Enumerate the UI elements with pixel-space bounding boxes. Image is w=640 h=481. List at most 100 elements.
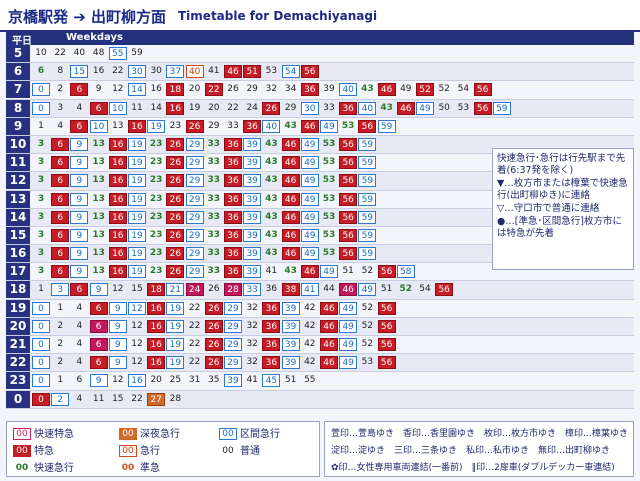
- departure-minute: 43: [284, 266, 297, 277]
- departure-minute: 56: [358, 119, 377, 133]
- departure-minute: 46: [396, 101, 415, 115]
- departure-minute: 6: [89, 319, 108, 333]
- departure-minute: 33: [207, 266, 221, 277]
- departure-minute: 26: [204, 301, 223, 315]
- departure-minute: 13: [112, 120, 124, 131]
- departure-minute: 51: [380, 284, 393, 295]
- departure-minute: 44: [323, 284, 335, 295]
- departure-minute: 36: [262, 301, 281, 315]
- destination-line: 萱印…萱島ゆき 香印…香里園ゆき 枚印…枚方市ゆき 樟印…樟葉ゆき: [331, 429, 629, 439]
- legend-item-local: 00 普通: [219, 442, 260, 457]
- departure-minute: 9: [108, 301, 127, 315]
- note-line: 快速急行･急行は行先駅まで先着(6:37発を除く): [497, 153, 626, 176]
- departure-minute: 15: [131, 284, 143, 295]
- departure-minute: 59: [358, 247, 377, 261]
- departure-minute: 56: [473, 83, 492, 97]
- departure-minute: 9: [70, 174, 89, 188]
- departure-minute: 6: [51, 210, 70, 224]
- departure-minute: 6: [51, 156, 70, 170]
- legend-item-rapid-special: 00 快速特急: [13, 425, 74, 440]
- departure-minute: 36: [224, 137, 242, 151]
- departure-minute: 49: [400, 84, 412, 95]
- departure-minute: 39: [243, 174, 262, 188]
- departure-minute: 0: [32, 392, 50, 406]
- departure-minute: 16: [92, 66, 105, 77]
- departure-minute: 46: [281, 192, 300, 206]
- hour-row: 23 0 1 6 9 12 16 20 25 31 35 39 41 45 51 55: [6, 372, 634, 391]
- departure-minute: 58: [396, 265, 415, 279]
- departure-minute: 26: [166, 174, 185, 188]
- departure-minute: 9: [89, 374, 108, 388]
- departure-minute: 0: [32, 356, 50, 370]
- hour-label: 13: [6, 190, 30, 208]
- legend-swatch: 00: [13, 445, 31, 457]
- departure-minute: 39: [243, 265, 262, 279]
- hour-label: 7: [6, 81, 30, 99]
- departure-minute: 53: [265, 66, 278, 77]
- departure-minute: 19: [128, 210, 146, 224]
- departure-minute: 6: [89, 338, 108, 351]
- departure-minute: 16: [147, 338, 166, 351]
- departure-minute: 56: [377, 301, 396, 315]
- legend-swatch: 00: [119, 428, 137, 440]
- departure-minute: 32: [246, 357, 258, 368]
- departure-minute: 11: [131, 102, 143, 113]
- departure-minute: 46: [320, 338, 338, 351]
- departure-minute: 52: [416, 83, 434, 97]
- departure-minute: 41: [265, 266, 278, 277]
- departure-minute: 52: [438, 84, 450, 95]
- departure-minute: 53: [322, 229, 336, 240]
- departure-minute: 6: [51, 174, 70, 188]
- departure-minute: 36: [224, 228, 242, 242]
- departure-minute: 49: [300, 228, 319, 242]
- departure-minute: 13: [92, 266, 105, 277]
- departure-minute: 6: [51, 247, 70, 261]
- departure-minute: 45: [262, 374, 281, 388]
- departure-minute: 33: [243, 283, 262, 297]
- departure-minute: 59: [358, 174, 377, 188]
- departure-minute: 14: [128, 83, 146, 97]
- departure-minute: 2: [57, 320, 64, 331]
- departure-minute: 23: [149, 175, 163, 186]
- hour-label: 17: [6, 263, 30, 281]
- hour-label: 6: [6, 63, 30, 81]
- departure-minute: 52: [361, 339, 374, 349]
- departure-minute: 49: [300, 192, 319, 206]
- departure-minute: 22: [188, 339, 201, 349]
- departure-minute: 4: [76, 339, 83, 349]
- departure-minute: 56: [339, 156, 358, 170]
- departure-minute: 29: [185, 156, 204, 170]
- departure-minute: 39: [281, 301, 300, 315]
- departure-minute: 59: [358, 156, 377, 170]
- departure-minute: 22: [188, 320, 201, 331]
- hour-label: 10: [6, 135, 30, 153]
- departure-minute: 12: [112, 284, 124, 295]
- departure-minute: 19: [166, 301, 185, 315]
- departure-minute: 54: [457, 84, 470, 95]
- departure-minute: 39: [243, 192, 262, 206]
- departure-minute: 16: [150, 84, 162, 95]
- departure-minute: 49: [339, 319, 358, 333]
- departure-minute: 3: [37, 248, 45, 259]
- departure-minute: 13: [92, 211, 105, 222]
- departure-minute: 3: [51, 283, 70, 297]
- departure-minute: 6: [70, 119, 89, 133]
- departure-minute: 19: [166, 356, 185, 370]
- hour-row: 19 0 1 4 6 9 12 16 19 22 26 29 32 36 39 42 46 49 52 56: [6, 299, 634, 318]
- departure-minute: 20: [150, 375, 162, 386]
- departure-minute: 16: [147, 319, 166, 333]
- departure-minute: 36: [224, 192, 242, 206]
- departure-minute: 46: [281, 174, 300, 188]
- hour-label: 11: [6, 154, 30, 172]
- departure-minute: 30: [150, 66, 162, 77]
- departure-minute: 43: [265, 193, 278, 204]
- departure-minute: 24: [246, 102, 258, 113]
- departure-minute: 59: [358, 228, 377, 242]
- departure-minute: 43: [265, 175, 278, 186]
- departure-minute: 3: [37, 175, 45, 186]
- departure-minute: 1: [57, 375, 64, 386]
- departure-minute: 29: [224, 338, 242, 351]
- departure-minute: 46: [281, 156, 300, 170]
- departure-minute: 4: [57, 120, 64, 131]
- departure-minute: 12: [131, 320, 143, 331]
